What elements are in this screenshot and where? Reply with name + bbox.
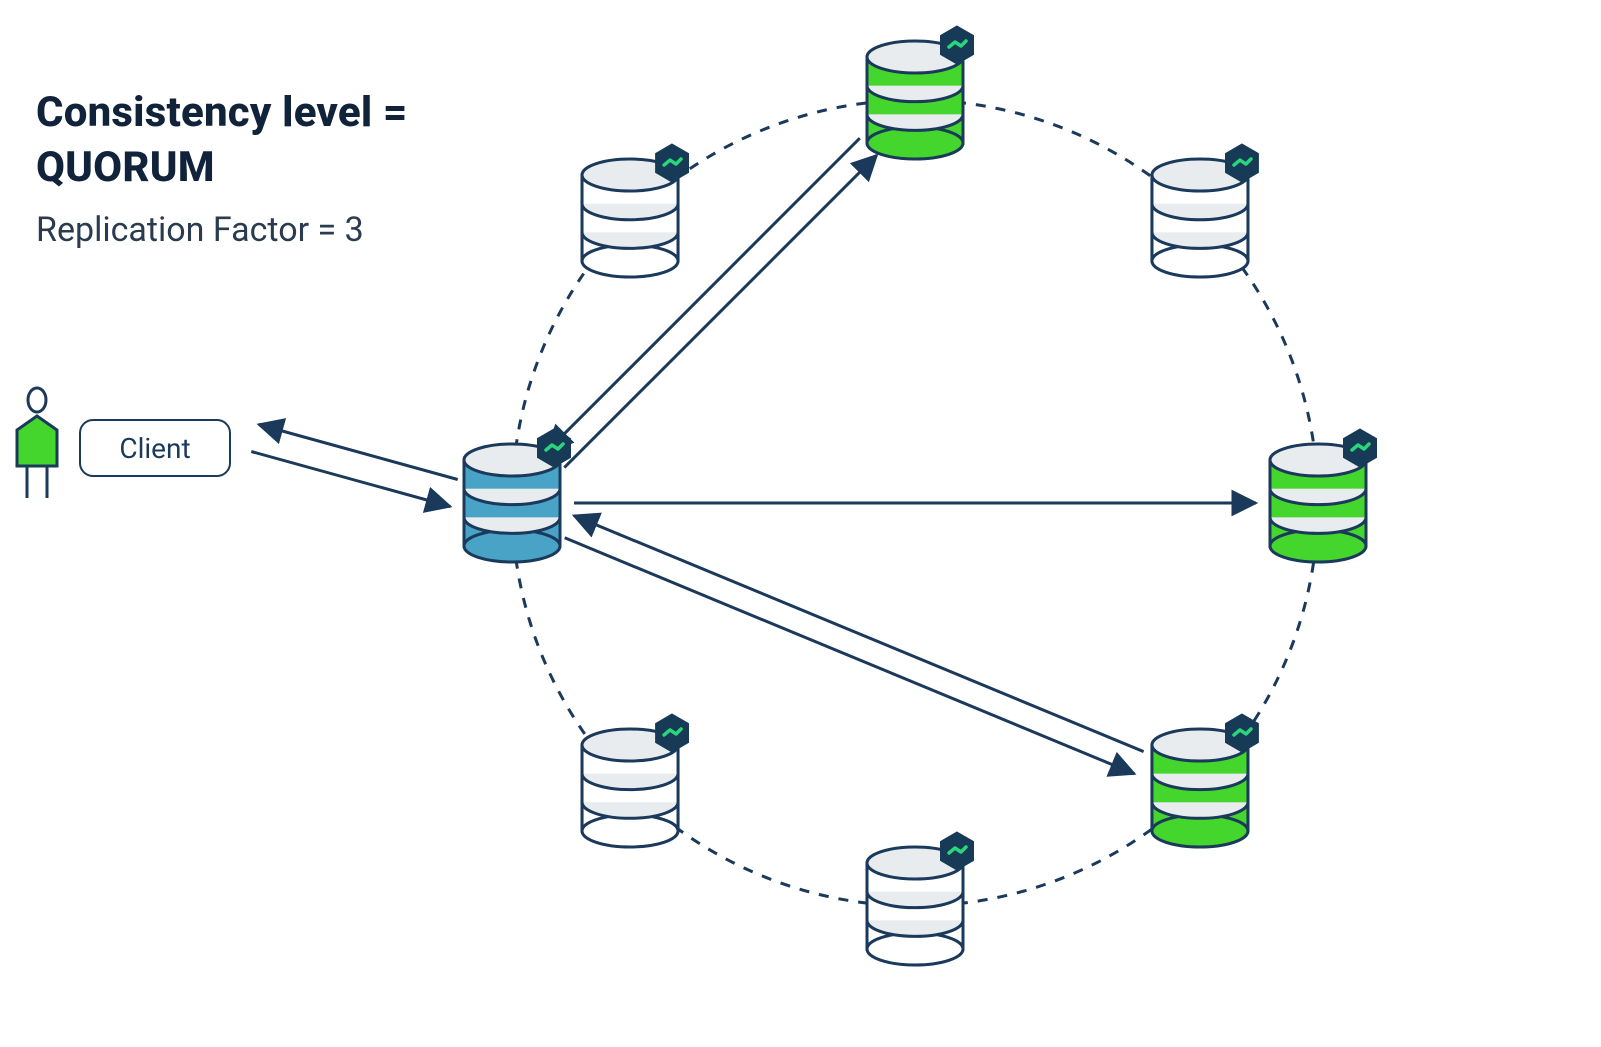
db-node-n_br (1152, 714, 1258, 847)
db-node-n_top (867, 26, 974, 159)
subtitle: Replication Factor = 3 (36, 210, 364, 250)
db-node-n_r (1270, 429, 1377, 562)
client-label-text: Client (119, 432, 190, 465)
diagram-stage: Consistency level = QUORUM Replication F… (0, 0, 1601, 1047)
db-node-n_tr (1152, 144, 1258, 277)
arrow (259, 425, 458, 480)
client-figure (17, 388, 57, 498)
db-node-n_bl (582, 714, 688, 847)
arrow (574, 516, 1144, 752)
db-node-coord (464, 429, 571, 562)
arrow (251, 452, 450, 507)
title-line-1: Consistency level = (36, 88, 408, 137)
client-label-pill: Client (79, 419, 231, 477)
title-line-2: QUORUM (36, 143, 215, 192)
db-node-n_tl (582, 144, 688, 277)
db-node-n_b (867, 832, 974, 965)
title: Consistency level = QUORUM (36, 86, 408, 195)
